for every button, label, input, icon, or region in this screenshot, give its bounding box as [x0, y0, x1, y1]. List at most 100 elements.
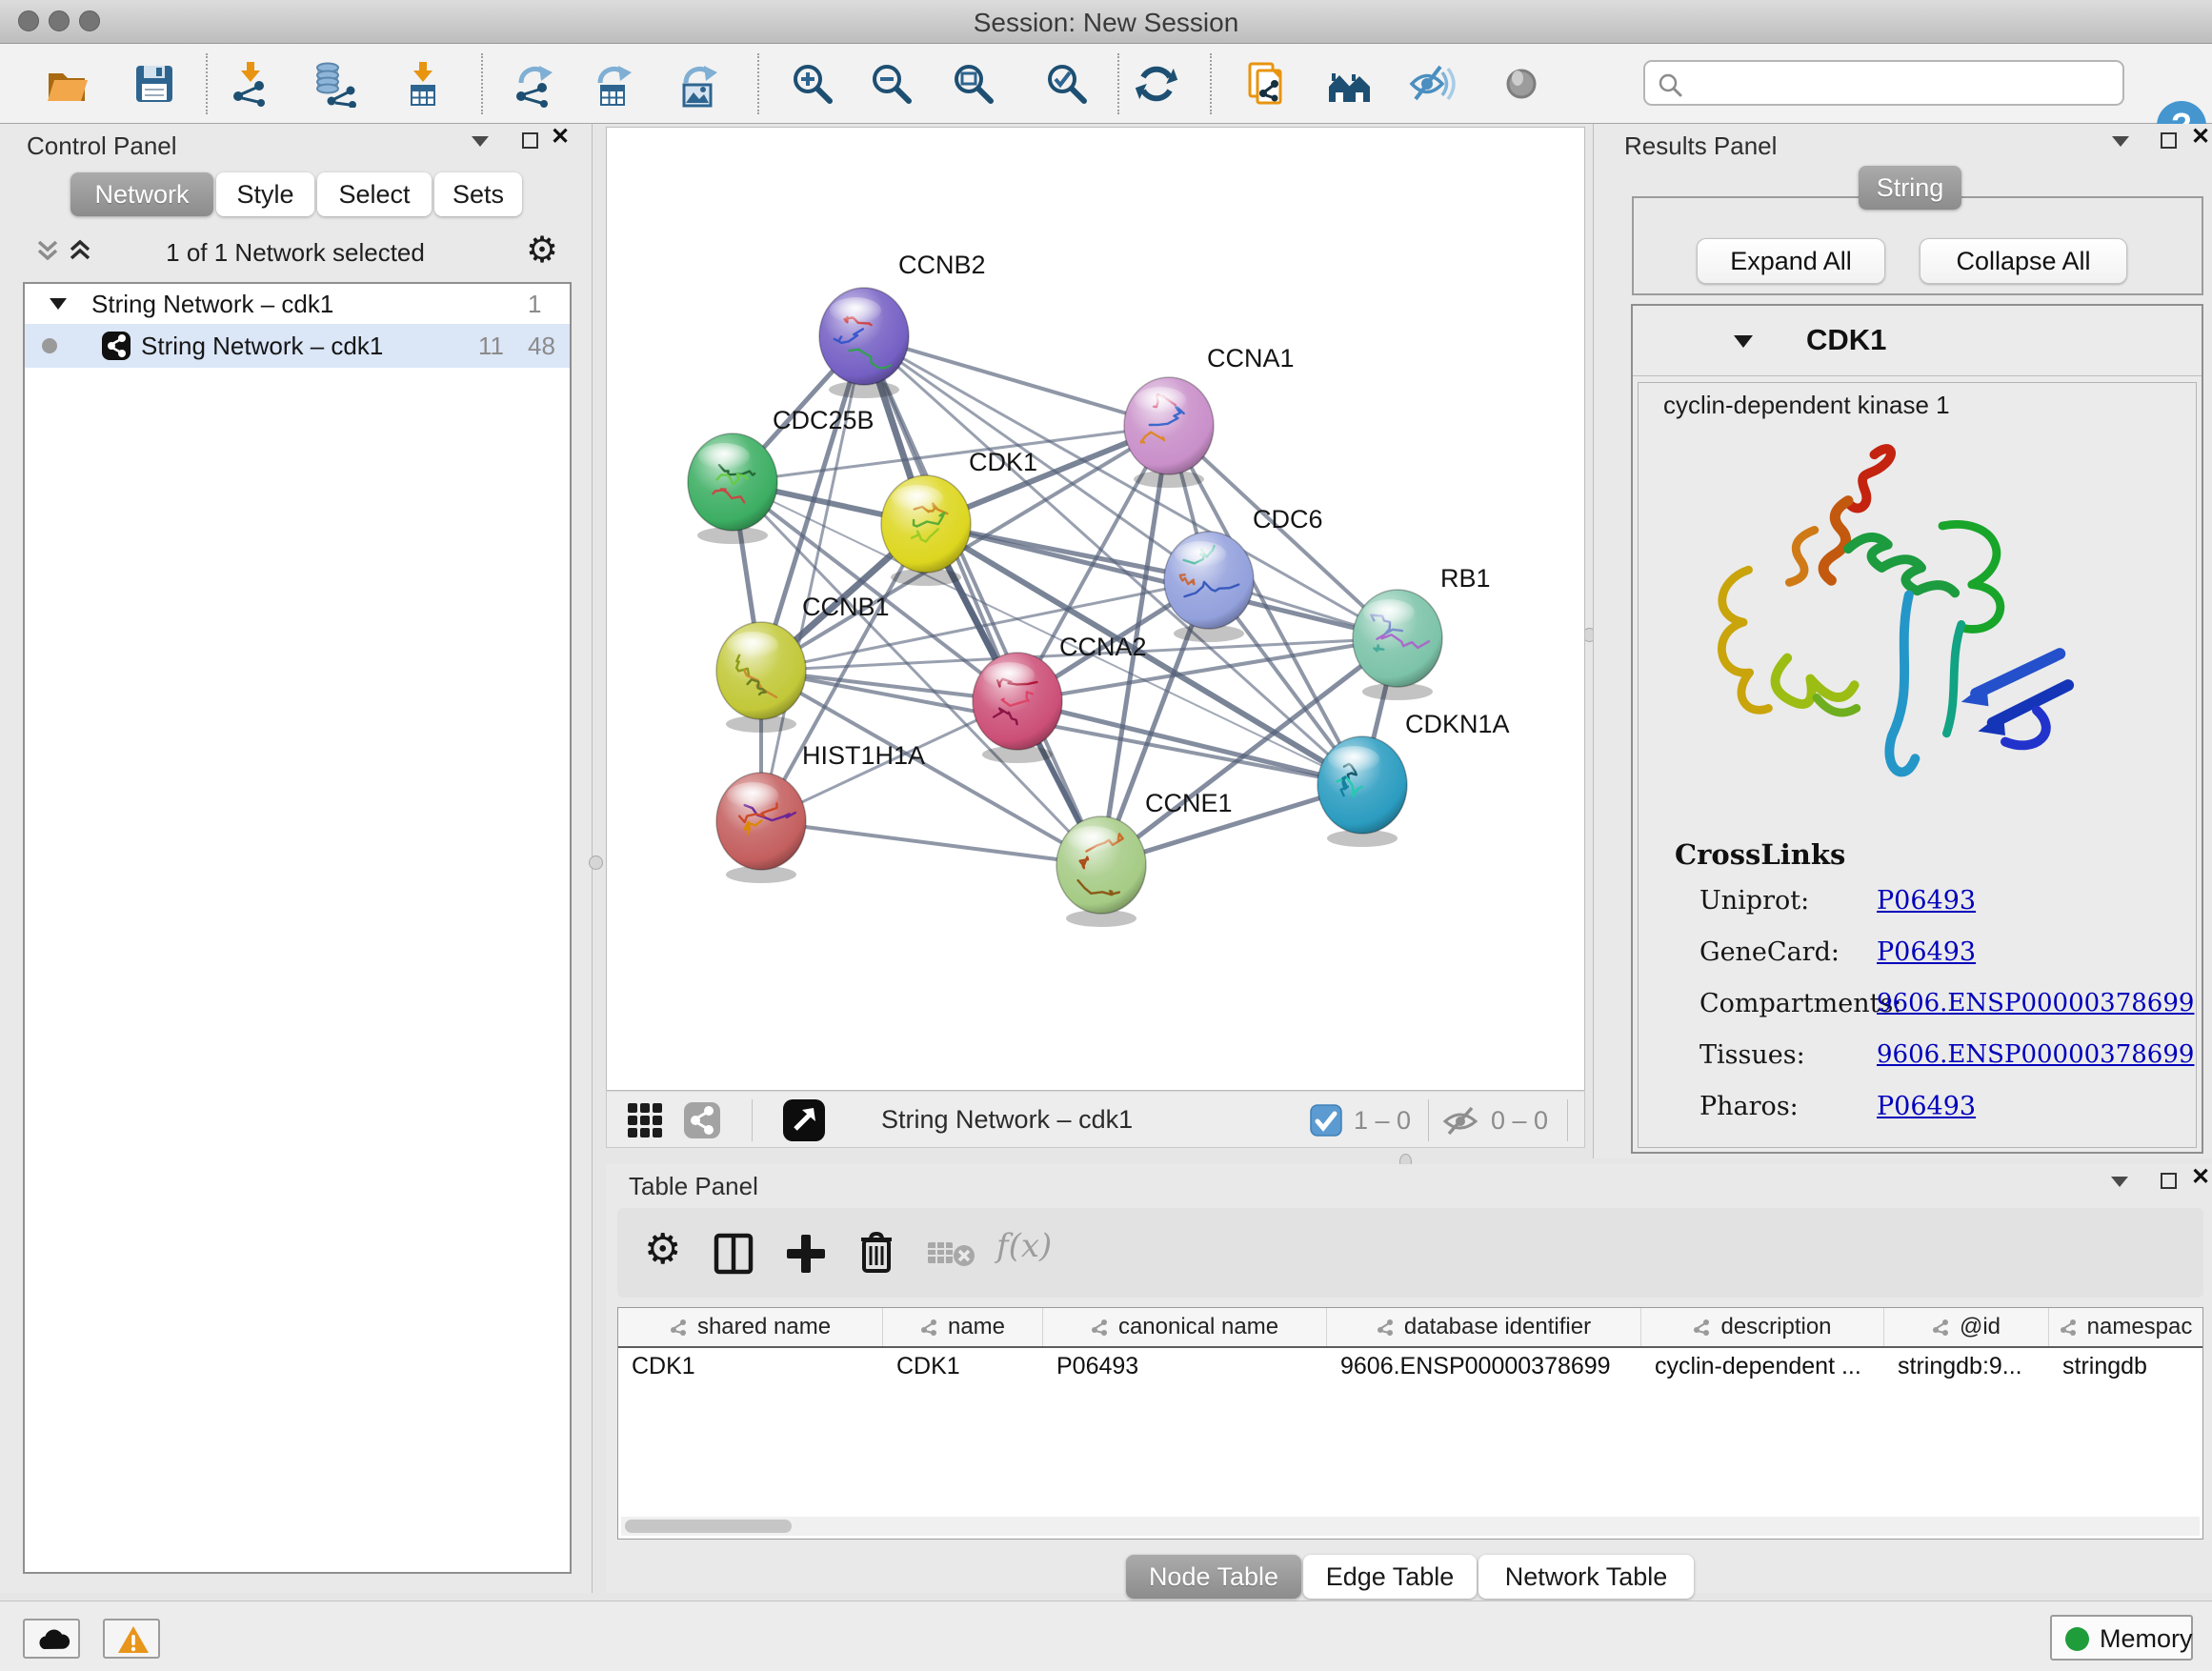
- results-panel-collapse-icon[interactable]: [2112, 136, 2129, 147]
- grid-view-icon[interactable]: [626, 1101, 664, 1139]
- network-options-gear-icon[interactable]: ⚙: [526, 229, 558, 272]
- crosslink-uniprot[interactable]: P06493: [1877, 886, 1976, 916]
- expand-all-button[interactable]: Expand All: [1697, 238, 1885, 284]
- crosslink-compartments[interactable]: 9606.ENSP00000378699: [1877, 989, 2194, 1017]
- control-panel-collapse-icon[interactable]: [472, 136, 489, 147]
- crosslink-genecard[interactable]: P06493: [1877, 937, 1976, 967]
- show-columns-icon[interactable]: [713, 1233, 754, 1275]
- zoom-selected-icon[interactable]: [1043, 60, 1091, 108]
- table-panel-close-icon[interactable]: ✕: [2191, 1167, 2210, 1188]
- search-input[interactable]: [1643, 60, 2124, 106]
- zoom-fit-icon[interactable]: [950, 60, 997, 108]
- delete-column-icon[interactable]: [855, 1231, 897, 1275]
- export-image-icon[interactable]: [674, 60, 722, 108]
- tab-string[interactable]: String: [1859, 166, 1961, 210]
- cloud-button[interactable]: [23, 1619, 80, 1659]
- network-tree-selected-row[interactable]: String Network – cdk1 11 48: [25, 324, 570, 368]
- tab-network-table[interactable]: Network Table: [1478, 1555, 1694, 1599]
- column-header[interactable]: @id: [1884, 1308, 2049, 1346]
- import-network-file-icon[interactable]: [227, 60, 274, 108]
- control-panel-title: Control Panel: [27, 131, 177, 161]
- network-edge-ccnb2-ccne1[interactable]: [864, 336, 1101, 865]
- collapse-all-networks-icon[interactable]: [67, 236, 93, 265]
- network-node-RB1[interactable]: RB1: [1353, 564, 1491, 700]
- export-network-icon[interactable]: [510, 60, 557, 108]
- refresh-layout-icon[interactable]: [1133, 60, 1180, 108]
- control-panel-close-icon[interactable]: ✕: [551, 127, 570, 148]
- network-node-CCNB2[interactable]: CCNB2: [819, 251, 986, 398]
- birds-eye-view-icon[interactable]: [782, 1098, 826, 1142]
- string-document-icon[interactable]: [1243, 60, 1291, 108]
- zoom-in-icon[interactable]: [789, 60, 836, 108]
- column-header[interactable]: description: [1641, 1308, 1884, 1346]
- open-session-icon[interactable]: [44, 60, 91, 108]
- network-tree-root-row[interactable]: String Network – cdk1 1: [25, 290, 570, 318]
- network-view-share-icon[interactable]: [683, 1101, 721, 1139]
- network-node-CCNE1[interactable]: CCNE1: [1056, 789, 1233, 927]
- column-header[interactable]: namespac: [2049, 1308, 2202, 1346]
- network-edge-ccnb2-ccna1[interactable]: [864, 336, 1169, 426]
- tab-select[interactable]: Select: [317, 172, 432, 216]
- tab-network[interactable]: Network: [70, 172, 213, 216]
- export-table-icon[interactable]: [589, 60, 636, 108]
- scrollbar-thumb[interactable]: [625, 1520, 792, 1533]
- table-row[interactable]: CDK1 CDK1 P06493 9606.ENSP00000378699 cy…: [618, 1348, 2202, 1386]
- tab-node-table[interactable]: Node Table: [1126, 1555, 1301, 1599]
- enhanced-graphics-icon[interactable]: [1408, 60, 1456, 108]
- cell-name[interactable]: CDK1: [883, 1348, 1043, 1386]
- network-node-CCNB1[interactable]: CCNB1: [716, 593, 890, 733]
- column-header[interactable]: name: [883, 1308, 1043, 1346]
- tab-edge-table[interactable]: Edge Table: [1303, 1555, 1477, 1599]
- table-gear-icon[interactable]: ⚙: [644, 1225, 681, 1274]
- results-panel-close-icon[interactable]: ✕: [2191, 127, 2210, 148]
- delete-table-icon[interactable]: [926, 1238, 975, 1269]
- left-splitter-handle[interactable]: [589, 856, 603, 870]
- hidden-eye-icon[interactable]: [1441, 1104, 1479, 1138]
- cell-shared-name[interactable]: CDK1: [618, 1348, 883, 1386]
- cell-description[interactable]: cyclin-dependent ...: [1641, 1348, 1884, 1386]
- column-header[interactable]: shared name: [618, 1308, 883, 1346]
- add-column-icon[interactable]: [785, 1233, 827, 1275]
- column-label: canonical name: [1118, 1314, 1278, 1340]
- column-header[interactable]: database identifier: [1327, 1308, 1641, 1346]
- tab-sets[interactable]: Sets: [434, 172, 522, 216]
- save-session-icon[interactable]: [131, 60, 178, 108]
- warning-button[interactable]: [103, 1619, 160, 1659]
- crosslink-pharos[interactable]: P06493: [1877, 1092, 1976, 1121]
- gene-section-header[interactable]: CDK1: [1633, 306, 2202, 376]
- import-network-database-icon[interactable]: [312, 60, 360, 108]
- string-home-icon[interactable]: [1326, 60, 1374, 108]
- collapse-all-button[interactable]: Collapse All: [1920, 238, 2127, 284]
- cell-namespace[interactable]: stringdb: [2049, 1348, 2202, 1386]
- table-panel-float-icon[interactable]: [2161, 1173, 2177, 1189]
- column-header[interactable]: canonical name: [1043, 1308, 1327, 1346]
- network-edge-cdk1-rb1[interactable]: [926, 524, 1398, 638]
- tree-expander-icon[interactable]: [48, 295, 69, 312]
- cell-database-identifier[interactable]: 9606.ENSP00000378699: [1327, 1348, 1641, 1386]
- network-node-CDKN1A[interactable]: CDKN1A: [1317, 710, 1510, 847]
- table-panel-collapse-icon[interactable]: [2111, 1177, 2128, 1187]
- zoom-out-icon[interactable]: [868, 60, 915, 108]
- control-panel-float-icon[interactable]: [522, 132, 538, 149]
- gene-collapse-icon[interactable]: [1732, 332, 1755, 350]
- cell-id[interactable]: stringdb:9...: [1884, 1348, 2049, 1386]
- network-canvas[interactable]: CCNB2CCNA1CDC25BCDK1CDC6RB1CCNB1CCNA2CDK…: [606, 127, 1585, 1091]
- tab-style[interactable]: Style: [216, 172, 314, 216]
- network-edge-hist1h1a-ccne1[interactable]: [761, 821, 1101, 865]
- network-node-HIST1H1A[interactable]: HIST1H1A: [716, 741, 925, 883]
- expand-all-networks-icon[interactable]: [34, 236, 61, 265]
- column-label: @id: [1960, 1314, 2001, 1340]
- network-node-CCNA1[interactable]: CCNA1: [1124, 344, 1295, 488]
- network-node-CDC6[interactable]: CDC6: [1164, 505, 1323, 642]
- network-graph[interactable]: CCNB2CCNA1CDC25BCDK1CDC6RB1CCNB1CCNA2CDK…: [607, 128, 1584, 1090]
- cell-canonical-name[interactable]: P06493: [1043, 1348, 1327, 1386]
- table-horizontal-scrollbar[interactable]: [621, 1517, 2200, 1536]
- memory-button[interactable]: Memory: [2050, 1615, 2193, 1661]
- import-table-file-icon[interactable]: [399, 60, 447, 108]
- function-builder-icon[interactable]: f(x): [996, 1227, 1052, 1265]
- crosslink-tissues[interactable]: 9606.ENSP00000378699: [1877, 1040, 2194, 1069]
- selected-checkbox-icon[interactable]: [1310, 1104, 1342, 1137]
- network-label: String Network – cdk1: [141, 332, 383, 361]
- results-panel-float-icon[interactable]: [2161, 132, 2177, 149]
- gray-orb-icon[interactable]: [1498, 60, 1545, 108]
